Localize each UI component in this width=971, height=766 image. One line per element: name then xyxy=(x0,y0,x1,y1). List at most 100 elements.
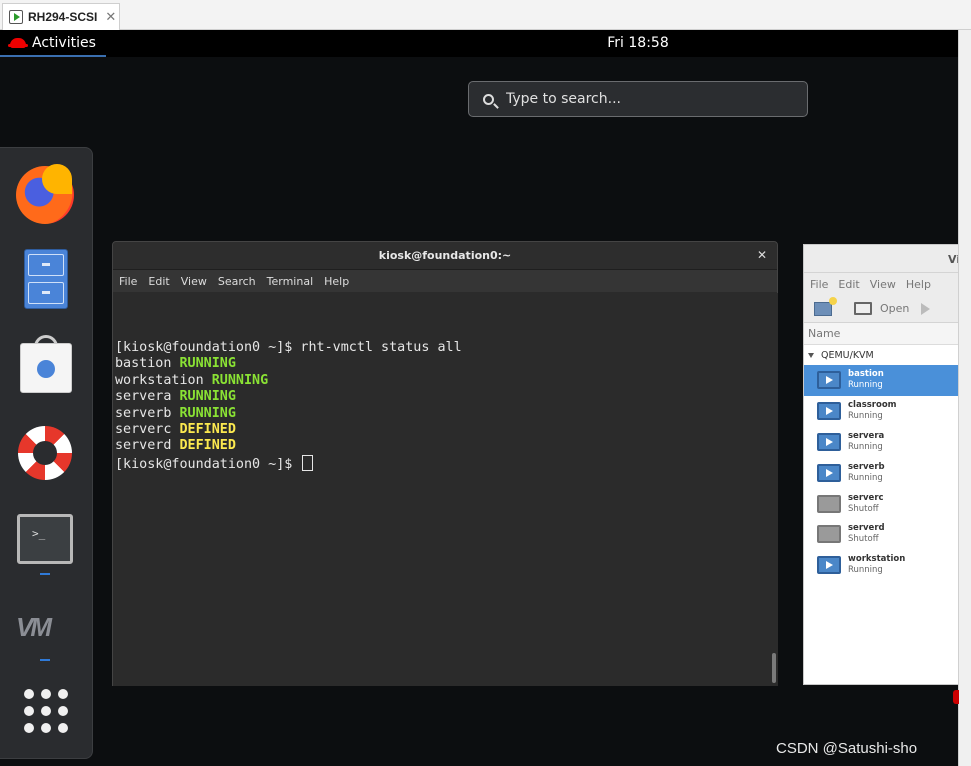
column-header-name[interactable]: Name xyxy=(804,323,958,345)
app-grid-dot xyxy=(37,360,55,378)
status-running: RUNNING xyxy=(179,389,236,405)
status-line: workstation RUNNING xyxy=(115,373,771,389)
vm-row-servera[interactable]: servera Running xyxy=(804,427,958,458)
status-running: RUNNING xyxy=(179,356,236,372)
command-line: [kiosk@foundation0 ~]$ rht-vmctl status … xyxy=(115,340,462,355)
files-icon[interactable] xyxy=(12,245,78,311)
status-line: servera RUNNING xyxy=(115,389,771,405)
menu-view[interactable]: View xyxy=(181,275,207,288)
terminal-scrollbar[interactable] xyxy=(770,293,778,686)
menu-search[interactable]: Search xyxy=(218,275,256,288)
menu-edit[interactable]: Edit xyxy=(148,275,169,288)
vm-host: bastion xyxy=(115,356,172,372)
vm-name: serverd xyxy=(848,523,885,534)
software-icon[interactable] xyxy=(12,333,78,399)
lifebuoy-hole xyxy=(33,441,57,465)
vm-host: serverb xyxy=(115,405,172,421)
vm-name: serverc xyxy=(848,492,884,503)
vm-name: classroom xyxy=(848,400,897,411)
vm-state: Shutoff xyxy=(848,503,879,514)
vm-state: Running xyxy=(848,441,883,452)
virt-manager-toolbar: Open xyxy=(804,295,958,323)
terminal-icon[interactable]: >_ xyxy=(12,510,78,576)
show-applications-icon[interactable] xyxy=(12,683,78,749)
menu-file[interactable]: File xyxy=(810,278,828,291)
connection-label: QEMU/KVM xyxy=(821,349,874,361)
shell-prompt: [kiosk@foundation0 ~]$ xyxy=(115,456,301,472)
virt-manager-titlebar[interactable]: Vi xyxy=(804,245,958,273)
virt-manager-window[interactable]: Vi File Edit View Help Open Name QEMU/KV… xyxy=(803,244,958,685)
vm-console-icon xyxy=(9,10,23,24)
watermark: CSDN @Satushi-sho xyxy=(776,740,918,757)
virt-manager-icon[interactable]: VM xyxy=(12,598,78,664)
vm-running-icon xyxy=(817,432,841,451)
vm-row-serverb[interactable]: serverb Running xyxy=(804,457,958,488)
firefox-tail xyxy=(42,164,72,194)
close-icon[interactable]: ✕ xyxy=(105,10,116,25)
status-line: serverc DEFINED xyxy=(115,422,771,438)
status-defined: DEFINED xyxy=(179,438,236,454)
menu-help[interactable]: Help xyxy=(906,278,931,291)
chevron-down-icon[interactable] xyxy=(808,352,814,358)
virt-manager-running-indicator xyxy=(40,659,50,661)
menu-terminal[interactable]: Terminal xyxy=(267,275,314,288)
vm-row-classroom[interactable]: classroom Running xyxy=(804,396,958,427)
redhat-logo-icon xyxy=(8,37,28,48)
terminal-prompt-glyph: >_ xyxy=(32,527,46,540)
host-tab-label: RH294-SCSI xyxy=(28,10,98,24)
search-input[interactable] xyxy=(506,91,786,107)
vm-row-bastion[interactable]: bastion Running xyxy=(804,365,958,396)
terminal-title: kiosk@foundation0:~ xyxy=(378,249,512,262)
vm-name: bastion xyxy=(848,369,884,380)
terminal-menubar: File Edit View Search Terminal Help xyxy=(113,270,777,292)
connection-group[interactable]: QEMU/KVM xyxy=(804,345,958,365)
terminal-titlebar[interactable]: kiosk@foundation0:~ ✕ xyxy=(113,242,777,270)
clock[interactable]: Fri 18:58 xyxy=(607,35,668,51)
open-console-icon[interactable] xyxy=(854,302,872,315)
new-vm-icon[interactable] xyxy=(814,296,837,316)
vm-shutoff-icon xyxy=(817,494,841,513)
vm-host: servera xyxy=(115,389,172,405)
vm-row-serverd[interactable]: serverd Shutoff xyxy=(804,519,958,550)
text-cursor xyxy=(302,454,314,471)
firefox-icon[interactable] xyxy=(12,162,78,228)
menu-view[interactable]: View xyxy=(870,278,896,291)
vm-state: Running xyxy=(848,565,883,576)
virt-manager-menubar: File Edit View Help xyxy=(804,273,958,295)
vm-state: Running xyxy=(848,472,883,483)
menu-file[interactable]: File xyxy=(119,275,137,288)
status-running: RUNNING xyxy=(211,372,269,388)
vm-running-icon xyxy=(817,463,841,482)
activities-button[interactable]: Activities xyxy=(0,30,106,57)
search-icon xyxy=(483,93,494,105)
vm-running-icon xyxy=(817,556,841,575)
terminal-screen: >_ xyxy=(17,514,73,564)
help-icon[interactable] xyxy=(12,420,78,486)
menu-help[interactable]: Help xyxy=(324,275,349,288)
overview-search[interactable] xyxy=(468,81,808,117)
vm-running-icon xyxy=(817,371,841,390)
host-tab-rh294-scsi[interactable]: RH294-SCSI ✕ xyxy=(2,3,120,30)
vm-row-serverc[interactable]: serverc Shutoff xyxy=(804,488,958,519)
vm-host: workstation xyxy=(115,372,204,388)
activities-label: Activities xyxy=(32,34,96,51)
scrollbar-thumb[interactable] xyxy=(772,653,776,683)
terminal-window[interactable]: kiosk@foundation0:~ ✕ File Edit View Sea… xyxy=(112,241,778,686)
status-line: bastion RUNNING xyxy=(115,356,771,372)
vm-name: serverb xyxy=(848,461,885,472)
cabinet-drawer xyxy=(28,282,64,304)
vm-shutoff-icon xyxy=(817,525,841,544)
menu-edit[interactable]: Edit xyxy=(838,278,859,291)
close-icon[interactable]: ✕ xyxy=(757,248,767,262)
prompt-line: [kiosk@foundation0 ~]$ xyxy=(115,454,771,472)
vm-state: Running xyxy=(848,411,883,422)
apps-grid xyxy=(24,689,68,733)
run-icon[interactable] xyxy=(921,302,931,315)
host-scrollbar[interactable] xyxy=(958,30,971,766)
open-button[interactable]: Open xyxy=(880,302,909,315)
terminal-running-indicator xyxy=(40,573,50,575)
vm-logo: VM xyxy=(16,612,52,642)
vm-row-workstation[interactable]: workstation Running xyxy=(804,550,958,581)
status-defined: DEFINED xyxy=(179,421,236,437)
terminal-output[interactable]: [kiosk@foundation0 ~]$ rht-vmctl status … xyxy=(113,293,771,686)
